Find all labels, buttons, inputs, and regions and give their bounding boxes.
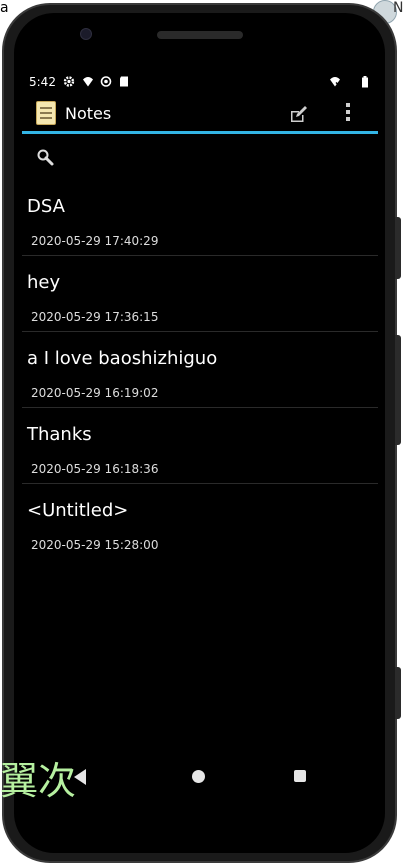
overlay-text: 翼次: [0, 759, 77, 803]
note-title: DSA: [27, 196, 65, 217]
side-button[interactable]: [395, 667, 401, 719]
sd-card-icon: [120, 76, 128, 87]
note-date: 2020-05-29 17:40:29: [31, 234, 159, 248]
app-screen: 5:42 Notes DSA 2020-05-29 17:40:29 hey 2…: [22, 70, 378, 760]
note-item[interactable]: a I love baoshizhiguo 2020-05-29 16:19:0…: [22, 332, 378, 408]
notepad-app-icon: [36, 101, 56, 125]
earpiece-speaker: [157, 31, 243, 39]
settings-gear-icon: [63, 76, 75, 87]
no-signal-icon: [330, 77, 341, 87]
background-window-text: a: [0, 0, 9, 16]
notes-list: DSA 2020-05-29 17:40:29 hey 2020-05-29 1…: [22, 180, 378, 560]
volume-button[interactable]: [395, 335, 401, 445]
search-icon[interactable]: [35, 147, 57, 169]
note-title: <Untitled>: [27, 500, 129, 521]
wifi-icon: [83, 77, 93, 87]
note-item[interactable]: Thanks 2020-05-29 16:18:36: [22, 408, 378, 484]
overflow-menu-icon[interactable]: [344, 103, 352, 125]
battery-icon: [362, 76, 368, 88]
note-item[interactable]: hey 2020-05-29 17:36:15: [22, 256, 378, 332]
nav-home-icon[interactable]: [192, 770, 205, 783]
compose-note-icon[interactable]: [289, 104, 309, 124]
status-time: 5:42: [29, 75, 56, 89]
note-title: Thanks: [27, 424, 92, 445]
note-date: 2020-05-29 17:36:15: [31, 310, 159, 324]
nav-recents-icon[interactable]: [294, 770, 306, 782]
note-title: hey: [27, 272, 61, 293]
note-date: 2020-05-29 16:19:02: [31, 386, 159, 400]
note-date: 2020-05-29 15:28:00: [31, 538, 159, 552]
sync-icon: [100, 76, 112, 87]
power-button[interactable]: [395, 217, 401, 279]
action-bar: Notes: [22, 94, 378, 134]
note-date: 2020-05-29 16:18:36: [31, 462, 159, 476]
front-camera: [80, 28, 92, 40]
background-window-text-right: N: [393, 0, 403, 16]
note-title: a I love baoshizhiguo: [27, 348, 218, 369]
note-item[interactable]: DSA 2020-05-29 17:40:29: [22, 180, 378, 256]
app-title: Notes: [65, 104, 112, 123]
status-bar: 5:42: [22, 70, 378, 94]
note-item[interactable]: <Untitled> 2020-05-29 15:28:00: [22, 484, 378, 560]
